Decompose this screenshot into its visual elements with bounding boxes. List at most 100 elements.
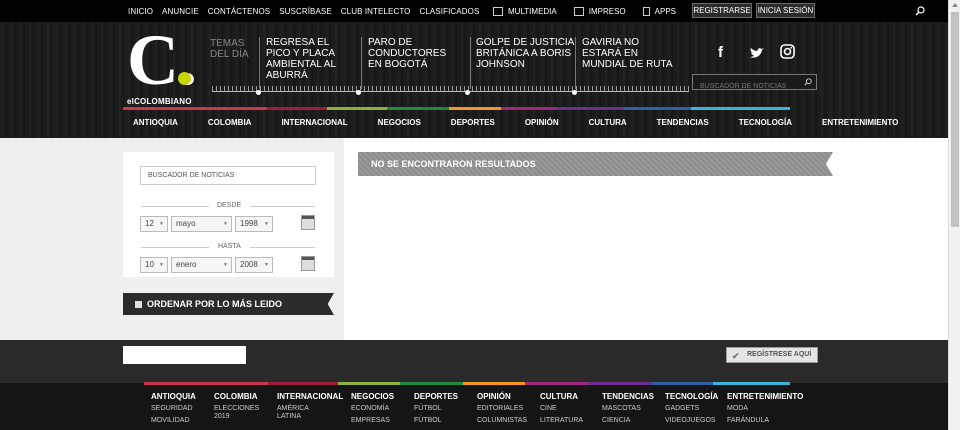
header-search[interactable]: [692, 74, 817, 94]
timeline-dot: [256, 90, 261, 95]
footer-link[interactable]: AMÉRICA LATINA: [277, 405, 332, 421]
story-link-4[interactable]: GAVIRIA NO ESTARÁ EN MUNDIAL DE RUTA: [577, 37, 677, 70]
cat-colombia[interactable]: COLOMBIA: [198, 118, 252, 127]
impreso-link[interactable]: IMPRESO: [573, 6, 626, 16]
footer-column-title[interactable]: OPINIÓN: [477, 392, 532, 401]
square-icon: [135, 301, 142, 308]
footer-column-title[interactable]: TECNOLOGÍA: [665, 392, 720, 401]
footer-link[interactable]: EDITORIALES: [477, 405, 532, 413]
category-color-segment: [449, 107, 501, 110]
footer-link[interactable]: COLUMNISTAS: [477, 417, 532, 425]
footer-column-title[interactable]: TENDENCIAS: [602, 392, 657, 401]
site-header: C. elCOLOMBIANO TEMAS DEL DÍA REGRESA EL…: [0, 22, 948, 138]
footer-register-button[interactable]: ✔ REGÍSTRESE AQUÍ: [726, 347, 818, 363]
login-button[interactable]: INICIA SESIÓN: [756, 3, 815, 18]
scrollbar-thumb[interactable]: [951, 12, 959, 227]
newspaper-icon: [573, 6, 584, 16]
cat-internacional[interactable]: INTERNACIONAL: [271, 118, 347, 127]
logo[interactable]: C. elCOLOMBIANO: [127, 24, 197, 106]
cat-tendencias[interactable]: TENDENCIAS: [647, 118, 709, 127]
apps-link[interactable]: APPS: [642, 6, 676, 16]
footer-color-segment: [400, 382, 463, 385]
divider: [361, 37, 362, 89]
search-icon[interactable]: [915, 6, 925, 16]
top-nav-contactenos[interactable]: CONTÁCTENOS: [208, 7, 270, 16]
header-search-input[interactable]: [693, 79, 793, 94]
category-color-segment: [267, 107, 327, 110]
footer-column-title[interactable]: ENTRETENIMIENTO: [727, 392, 803, 401]
cat-opinion[interactable]: OPINIÓN: [515, 118, 559, 127]
category-nav: ANTIOQUIA COLOMBIA INTERNACIONAL NEGOCIO…: [123, 118, 918, 127]
hasta-year-select[interactable]: 2008: [235, 257, 273, 273]
calendar-icon[interactable]: [301, 256, 315, 271]
twitter-icon[interactable]: [749, 47, 765, 59]
top-nav-inicio[interactable]: INICIO: [128, 7, 153, 16]
desde-month-select[interactable]: mayo: [171, 216, 232, 232]
footer-column-title[interactable]: CULTURA: [540, 392, 595, 401]
footer-link[interactable]: LITERATURA: [540, 417, 595, 425]
top-nav-suscribase[interactable]: SUSCRÍBASE: [279, 7, 332, 16]
cat-entretenimiento[interactable]: ENTRETENIMIENTO: [812, 118, 898, 127]
page-scrollbar[interactable]: [948, 0, 960, 430]
scroll-up-arrow[interactable]: [952, 3, 958, 7]
divider: [250, 247, 315, 248]
story-link-2[interactable]: PARO DE CONDUCTORES EN BOGOTÁ: [363, 37, 458, 70]
footer-color-segment: [713, 382, 790, 385]
register-button[interactable]: REGISTRARSE: [692, 3, 752, 18]
footer-register-label: REGÍSTRESE AQUÍ: [747, 351, 812, 358]
footer-link[interactable]: EMPRESAS: [351, 417, 406, 425]
footer-link[interactable]: MOVILIDAD: [151, 417, 206, 425]
footer-link[interactable]: ECONOMÍA: [351, 405, 406, 413]
search-icon[interactable]: [804, 78, 812, 86]
top-nav-club-intelecto[interactable]: CLUB INTELECTO: [341, 7, 411, 16]
footer-column: NEGOCIOS ECONOMÍA EMPRESAS: [351, 392, 406, 429]
footer-color-segment: [525, 382, 589, 385]
footer-link[interactable]: ELECCIONES 2019: [214, 405, 269, 421]
footer-color-segment: [207, 382, 268, 385]
desde-year-select[interactable]: 1998: [235, 216, 273, 232]
footer-link[interactable]: MODA: [727, 405, 782, 413]
footer-link[interactable]: CIENCIA: [602, 417, 657, 425]
footer-link[interactable]: VIDEOJUEGOS: [665, 417, 720, 425]
hasta-label: HASTA: [218, 243, 241, 250]
top-nav-anuncie[interactable]: ANUNCIE: [162, 7, 199, 16]
cat-negocios[interactable]: NEGOCIOS: [368, 118, 421, 127]
multimedia-link[interactable]: MULTIMEDIA: [493, 6, 557, 16]
footer-category-color-bar: [144, 382, 790, 385]
hasta-day-select[interactable]: 10: [140, 257, 168, 273]
footer-color-segment: [144, 382, 207, 385]
footer-column-title[interactable]: ANTIOQUIA: [151, 392, 206, 401]
apps-label: APPS: [654, 6, 676, 16]
footer-link[interactable]: CINE: [540, 405, 595, 413]
cat-tecnologia[interactable]: TECNOLOGÍA: [729, 118, 792, 127]
footer-link[interactable]: FÚTBOL: [414, 417, 469, 425]
cat-deportes[interactable]: DEPORTES: [441, 118, 495, 127]
footer-link[interactable]: MASCOTAS: [602, 405, 657, 413]
calendar-icon[interactable]: [301, 215, 315, 230]
footer-link[interactable]: SEGURIDAD: [151, 405, 206, 413]
footer-link[interactable]: FÚTBOL: [414, 405, 469, 413]
footer-column-title[interactable]: INTERNACIONAL: [277, 392, 343, 401]
story-link-1[interactable]: REGRESA EL PICO Y PLACA AMBIENTAL AL ABU…: [261, 37, 356, 81]
cat-cultura[interactable]: CULTURA: [579, 118, 627, 127]
desde-day-select[interactable]: 12: [140, 216, 168, 232]
footer-column-title[interactable]: DEPORTES: [414, 392, 469, 401]
multimedia-label: MULTIMEDIA: [508, 6, 557, 16]
hasta-month-select[interactable]: enero: [171, 257, 232, 273]
category-color-segment: [691, 107, 790, 110]
logo-dot: [178, 72, 191, 85]
order-by-most-read[interactable]: ORDENAR POR LO MÁS LEIDO: [123, 293, 334, 315]
cat-antioquia[interactable]: ANTIOQUIA: [123, 118, 178, 127]
footer-column-title[interactable]: NEGOCIOS: [351, 392, 406, 401]
story-link-3[interactable]: GOLPE DE JUSTICIA BRITÁNICA A BORIS JOHN…: [471, 37, 575, 70]
footer-link[interactable]: GADGETS: [665, 405, 720, 413]
instagram-icon[interactable]: [780, 44, 795, 59]
footer-email-input[interactable]: [123, 346, 246, 364]
order-label: ORDENAR POR LO MÁS LEIDO: [147, 299, 283, 309]
footer-column: DEPORTES FÚTBOL FÚTBOL: [414, 392, 469, 429]
footer-link[interactable]: FARÁNDULA: [727, 417, 782, 425]
news-search-input[interactable]: [140, 166, 316, 185]
top-nav-clasificados[interactable]: CLASIFICADOS: [420, 7, 480, 16]
facebook-icon[interactable]: f: [718, 44, 723, 61]
footer-column-title[interactable]: COLOMBIA: [214, 392, 269, 401]
